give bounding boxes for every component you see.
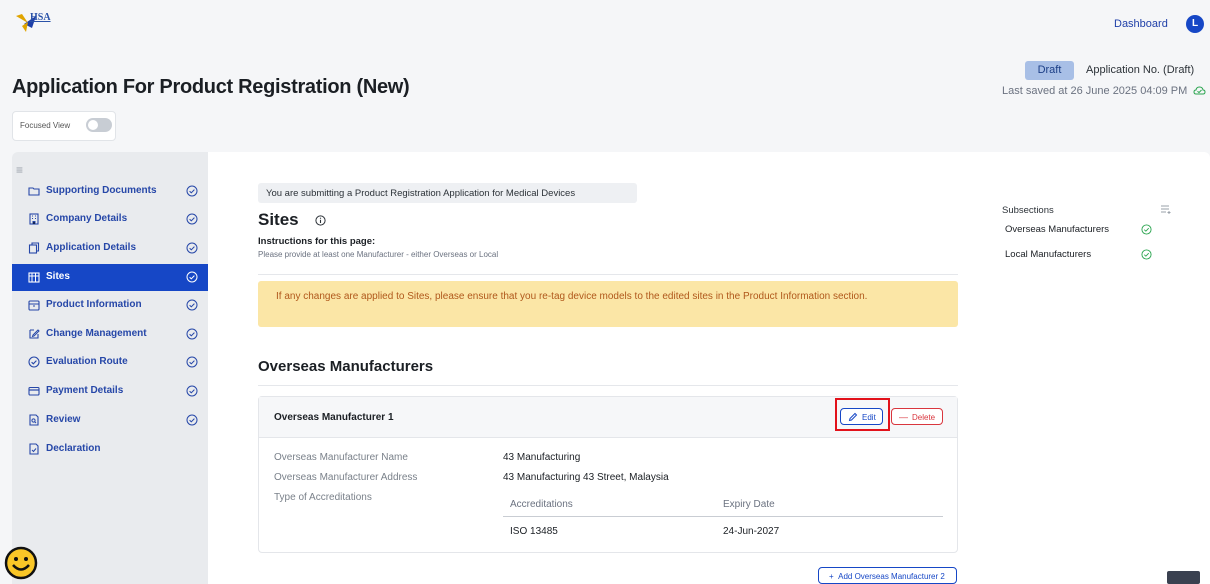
- divider: [258, 385, 958, 386]
- info-icon[interactable]: [315, 215, 326, 226]
- delete-button[interactable]: — Delete: [891, 408, 943, 425]
- delete-label: Delete: [912, 413, 936, 422]
- table-cell: ISO 13485: [510, 526, 558, 537]
- card-icon: [28, 386, 40, 396]
- application-type-notice: You are submitting a Product Registratio…: [258, 183, 637, 203]
- sidebar-item-application-details[interactable]: Application Details: [12, 235, 208, 262]
- page-title: Application For Product Registration (Ne…: [12, 76, 410, 98]
- sidebar-item-company-details[interactable]: Company Details: [12, 206, 208, 233]
- sites-icon: [28, 272, 40, 283]
- warning-text: If any changes are applied to Sites, ple…: [276, 291, 868, 302]
- warning-banner: If any changes are applied to Sites, ple…: [258, 281, 958, 327]
- field-label: Type of Accreditations: [274, 492, 372, 503]
- sidebar-item-label: Declaration: [46, 443, 101, 454]
- document-icon: [29, 443, 39, 455]
- sidebar-item-supporting-documents[interactable]: Supporting Documents: [12, 178, 208, 205]
- check-circle-icon: [186, 414, 198, 426]
- instructions-title: Instructions for this page:: [258, 236, 376, 247]
- field-label: Overseas Manufacturer Name: [274, 452, 408, 463]
- sidebar-item-label: Sites: [46, 271, 70, 282]
- sidebar-item-label: Evaluation Route: [46, 356, 128, 367]
- focused-view-label: Focused View: [20, 121, 71, 130]
- check-circle-icon: [28, 356, 40, 368]
- sidebar-item-product-information[interactable]: Product Information: [12, 292, 208, 319]
- check-circle-icon: [186, 242, 198, 254]
- check-circle-icon: [186, 356, 198, 368]
- application-number: Application No. (Draft): [1086, 64, 1195, 76]
- check-circle-icon: [186, 213, 198, 225]
- highlight-box: [835, 398, 890, 431]
- section-title: Sites: [258, 210, 299, 229]
- overseas-manufacturers-heading: Overseas Manufacturers: [258, 358, 434, 375]
- menu-icon[interactable]: ≡: [16, 163, 23, 177]
- top-bar: HSA Dashboard L: [0, 0, 1210, 52]
- subsection-link-local[interactable]: Local Manufacturers: [1005, 249, 1091, 260]
- status-badge: Draft: [1025, 61, 1074, 80]
- list-icon[interactable]: [1160, 203, 1172, 215]
- sidebar-item-label: Payment Details: [46, 385, 124, 396]
- table-cell: 24-Jun-2027: [723, 526, 780, 537]
- building-icon: [29, 213, 39, 225]
- sidebar-item-label: Application Details: [46, 242, 137, 253]
- avatar[interactable]: L: [1186, 15, 1204, 33]
- field-value: 43 Manufacturing: [503, 452, 581, 463]
- subsections-title: Subsections: [1002, 205, 1054, 216]
- folder-icon: [28, 187, 40, 196]
- sidebar-item-label: Supporting Documents: [46, 185, 157, 196]
- plus-icon: +: [829, 572, 839, 581]
- table-header: Accreditations: [510, 499, 573, 510]
- field-label: Overseas Manufacturer Address: [274, 472, 418, 483]
- check-circle-icon: [186, 185, 198, 197]
- sidebar-item-label: Review: [46, 414, 81, 425]
- subsection-link-overseas[interactable]: Overseas Manufacturers: [1005, 224, 1109, 235]
- add-manufacturer-button[interactable]: + Add Overseas Manufacturer 2: [818, 567, 957, 584]
- cloud-saved-icon: [1193, 86, 1206, 95]
- check-circle-icon: [186, 328, 198, 340]
- sidebar-item-label: Change Management: [46, 328, 147, 339]
- sidebar-item-declaration[interactable]: Declaration: [12, 436, 208, 463]
- feedback-smiley-icon[interactable]: [4, 546, 38, 580]
- table-header: Expiry Date: [723, 499, 775, 510]
- table-divider: [503, 516, 943, 517]
- check-circle-icon: [186, 271, 198, 283]
- minus-icon: —: [899, 412, 908, 422]
- logo-text[interactable]: HSA: [30, 12, 51, 23]
- copy-icon: [28, 242, 40, 254]
- review-icon: [29, 414, 39, 426]
- check-circle-icon: [1141, 224, 1152, 235]
- sidebar-item-evaluation-route[interactable]: Evaluation Route: [12, 349, 208, 376]
- check-circle-icon: [1141, 249, 1152, 260]
- divider: [258, 274, 958, 275]
- sidebar-item-label: Product Information: [46, 299, 142, 310]
- edit-icon: [29, 329, 40, 339]
- check-circle-icon: [186, 299, 198, 311]
- dashboard-link[interactable]: Dashboard: [1114, 18, 1168, 30]
- sidebar-item-payment-details[interactable]: Payment Details: [12, 378, 208, 405]
- card-title: Overseas Manufacturer 1: [274, 412, 394, 423]
- language-widget[interactable]: [1167, 571, 1200, 584]
- sidebar-item-sites[interactable]: Sites: [12, 264, 208, 291]
- last-saved-text: Last saved at 26 June 2025 04:09 PM: [1002, 85, 1188, 97]
- toggle-knob: [88, 120, 98, 130]
- sidebar-item-change-management[interactable]: Change Management: [12, 321, 208, 348]
- check-circle-icon: [186, 385, 198, 397]
- field-value: 43 Manufacturing 43 Street, Malaysia: [503, 472, 669, 483]
- sidebar-item-review[interactable]: Review: [12, 407, 208, 434]
- sidebar-item-label: Company Details: [46, 213, 128, 224]
- instructions-text: Please provide at least one Manufacturer…: [258, 250, 499, 259]
- box-icon: [28, 300, 40, 311]
- add-label: Add Overseas Manufacturer 2: [838, 572, 945, 581]
